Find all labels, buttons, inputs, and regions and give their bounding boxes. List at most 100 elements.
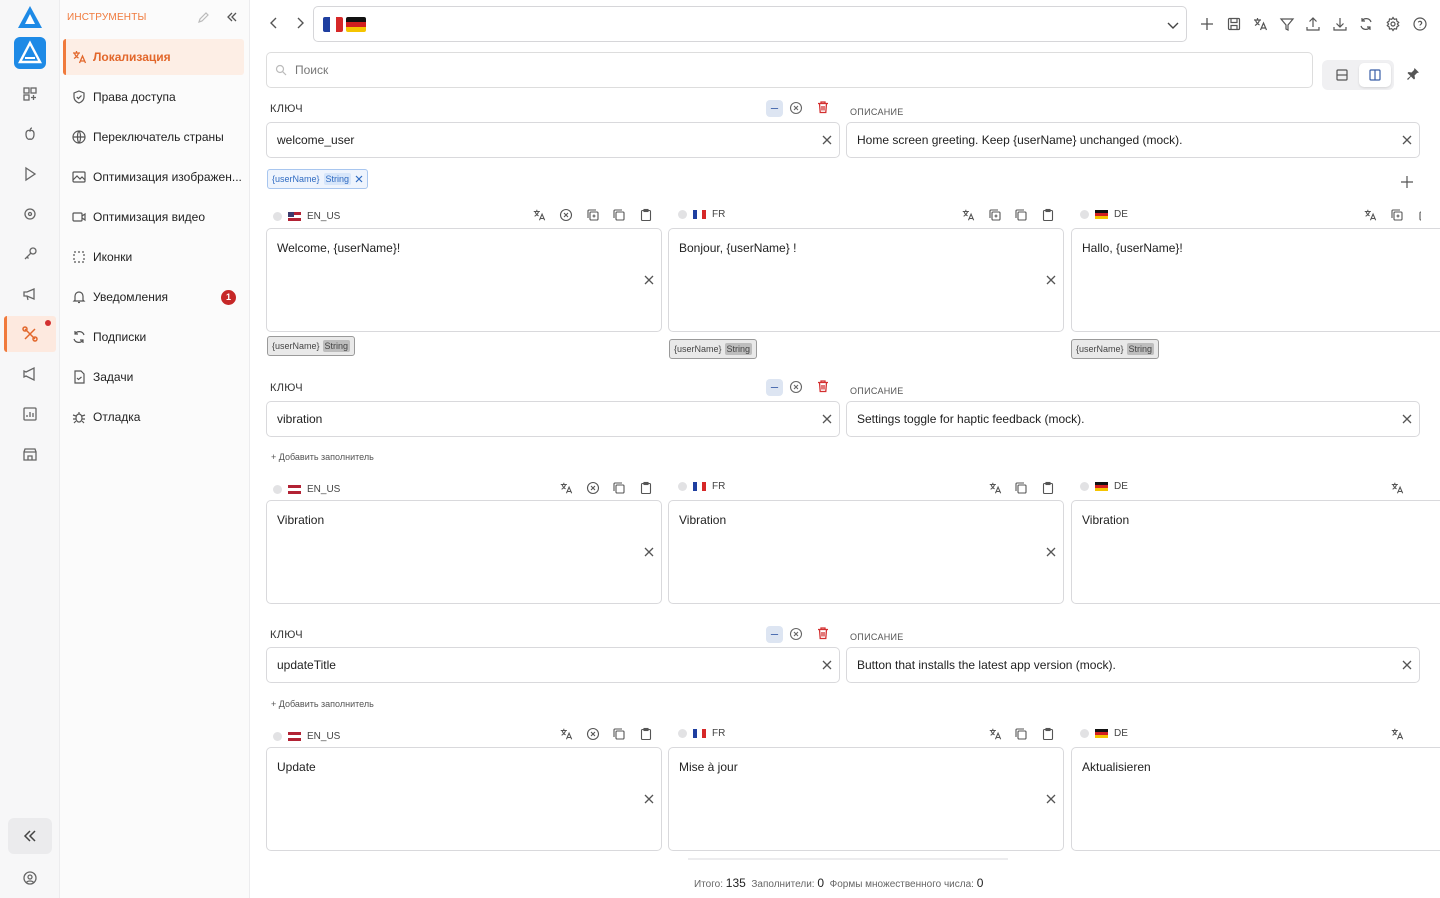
translate-icon[interactable] (961, 208, 975, 222)
copy-icon[interactable] (612, 481, 626, 495)
paste-icon[interactable] (639, 727, 653, 741)
translation-fr[interactable]: Mise à jour (668, 747, 1064, 851)
clear-translation-icon[interactable] (643, 793, 655, 805)
clear-circle-icon[interactable] (789, 101, 803, 115)
translation-fr[interactable]: Vibration (668, 500, 1064, 604)
collapse-sidebar-icon[interactable] (225, 10, 239, 24)
remove-placeholder-icon[interactable] (355, 175, 363, 183)
translation-en[interactable]: Vibration (266, 500, 662, 604)
paste-icon[interactable] (639, 208, 653, 222)
select-radio[interactable] (273, 484, 282, 494)
description-field[interactable]: Button that installs the latest app vers… (846, 647, 1420, 683)
delete-icon[interactable] (816, 379, 830, 393)
sidebar-item-notifications[interactable]: Уведомления 1 (63, 279, 244, 315)
filter-icon[interactable] (1279, 16, 1295, 32)
clear-circle-icon[interactable] (789, 627, 803, 641)
translation-fr[interactable]: Bonjour, {userName} ! (668, 228, 1064, 332)
search-input[interactable]: Поиск (266, 52, 1313, 88)
placeholder-chip[interactable]: {userName} String (669, 339, 758, 359)
target-icon[interactable] (20, 204, 40, 224)
translation-en[interactable]: Update (266, 747, 662, 851)
clear-key-icon[interactable] (821, 413, 833, 425)
copy-icon[interactable] (1014, 481, 1028, 495)
clear-description-icon[interactable] (1401, 413, 1413, 425)
translate-icon[interactable] (988, 481, 1002, 495)
sync-icon[interactable] (1358, 16, 1374, 32)
collapse-entry-button[interactable]: – (766, 100, 783, 117)
translate-icon[interactable] (988, 727, 1002, 741)
placeholder-chip[interactable]: {userName} String (267, 336, 356, 356)
sidebar-item-localization[interactable]: Локализация (63, 39, 244, 75)
select-radio[interactable] (273, 731, 282, 741)
collapse-entry-button[interactable]: – (766, 626, 783, 643)
chevron-down-icon[interactable] (1166, 18, 1180, 32)
sidebar-item-permissions[interactable]: Права доступа (63, 79, 244, 115)
translate-icon[interactable] (559, 727, 573, 741)
app-switcher-button[interactable] (14, 37, 46, 69)
key-field[interactable]: welcome_user (266, 122, 840, 158)
translate-icon[interactable] (1252, 16, 1268, 32)
select-radio[interactable] (678, 481, 687, 491)
add-placeholder-button[interactable]: + Добавить заполнитель (271, 699, 374, 709)
collapse-entry-button[interactable]: – (766, 379, 783, 396)
add-placeholder-button[interactable]: + Добавить заполнитель (271, 452, 374, 462)
sidebar-item-country-switch[interactable]: Переключатель страны (63, 119, 244, 155)
description-field[interactable]: Settings toggle for haptic feedback (moc… (846, 401, 1420, 437)
clear-translation-icon[interactable] (643, 274, 655, 286)
clear-key-icon[interactable] (821, 134, 833, 146)
upload-icon[interactable] (1305, 16, 1321, 32)
translation-de[interactable]: Hallo, {userName}! (1071, 228, 1440, 332)
key-field[interactable]: vibration (266, 401, 840, 437)
clear-description-icon[interactable] (1401, 134, 1413, 146)
translation-de[interactable]: Aktualisieren (1071, 747, 1440, 851)
copy-icon[interactable] (1416, 208, 1421, 222)
sidebar-item-image-optimization[interactable]: Оптимизация изображен... (63, 159, 244, 195)
translate-icon[interactable] (559, 481, 573, 495)
select-radio[interactable] (678, 209, 687, 219)
download-icon[interactable] (1332, 16, 1348, 32)
split-view-button[interactable] (1359, 63, 1391, 87)
delete-icon[interactable] (816, 626, 830, 640)
analytics-icon[interactable] (20, 404, 40, 424)
placeholder-chip[interactable]: {userName} String (1071, 339, 1160, 359)
translate-icon[interactable] (1390, 481, 1404, 495)
forward-icon[interactable] (293, 16, 307, 30)
copy-icon[interactable] (1014, 208, 1028, 222)
apps-icon[interactable] (20, 84, 40, 104)
clear-description-icon[interactable] (1401, 659, 1413, 671)
clear-circle-icon[interactable] (586, 727, 600, 741)
translate-icon[interactable] (532, 208, 546, 222)
clear-circle-icon[interactable] (586, 481, 600, 495)
add-icon[interactable] (1199, 16, 1215, 32)
settings-icon[interactable] (1385, 16, 1401, 32)
clear-translation-icon[interactable] (1045, 274, 1057, 286)
copy-icon[interactable] (1014, 727, 1028, 741)
sidebar-item-icons[interactable]: Иконки (63, 239, 244, 275)
paste-icon[interactable] (1041, 481, 1055, 495)
paste-icon[interactable] (1041, 208, 1055, 222)
sidebar-item-video-optimization[interactable]: Оптимизация видео (63, 199, 244, 235)
clear-circle-icon[interactable] (789, 380, 803, 394)
key-icon[interactable] (20, 244, 40, 264)
clear-translation-icon[interactable] (643, 546, 655, 558)
collapse-rail-button[interactable] (8, 818, 52, 854)
select-radio[interactable] (273, 211, 282, 221)
key-field[interactable]: updateTitle (266, 647, 840, 683)
save-icon[interactable] (1226, 16, 1242, 32)
copy-all-icon[interactable] (586, 208, 600, 222)
placeholder-chip[interactable]: {userName} String (267, 169, 369, 189)
select-radio[interactable] (1080, 209, 1089, 219)
sidebar-item-subscriptions[interactable]: Подписки (63, 319, 244, 355)
edit-icon[interactable] (197, 10, 211, 24)
pin-icon[interactable] (1406, 67, 1420, 81)
copy-icon[interactable] (612, 208, 626, 222)
description-field[interactable]: Home screen greeting. Keep {userName} un… (846, 122, 1420, 158)
delete-icon[interactable] (816, 100, 830, 114)
store-icon[interactable] (20, 444, 40, 464)
help-icon[interactable] (1412, 16, 1428, 32)
copy-icon[interactable] (612, 727, 626, 741)
megaphone-icon[interactable] (20, 284, 40, 304)
select-radio[interactable] (1080, 481, 1089, 491)
clear-key-icon[interactable] (821, 659, 833, 671)
single-column-view-button[interactable] (1326, 63, 1358, 87)
